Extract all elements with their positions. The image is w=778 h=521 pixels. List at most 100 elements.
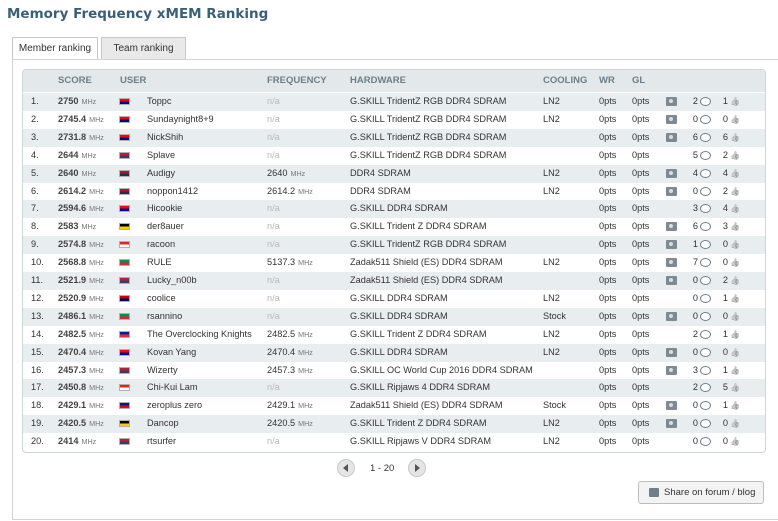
user-link[interactable]: noppon1412 xyxy=(147,186,198,196)
user-link[interactable]: NickShih xyxy=(147,132,183,142)
column-header-score[interactable]: SCORE xyxy=(58,75,92,86)
thumbs-up-icon[interactable]: 👍 xyxy=(730,168,741,179)
thumbs-up-icon[interactable]: 👍 xyxy=(730,257,741,268)
camera-icon[interactable] xyxy=(666,419,677,429)
user-link[interactable]: Wizerty xyxy=(147,365,178,375)
user-link[interactable]: rsannino xyxy=(147,311,182,321)
camera-icon[interactable] xyxy=(666,222,677,232)
user-link[interactable]: Lucky_n00b xyxy=(147,275,197,285)
user-link[interactable]: Kovan Yang xyxy=(147,347,196,357)
hardware-link[interactable]: G.SKILL TridentZ RGB DDR4 SDRAM xyxy=(350,150,506,160)
share-on-forum-button[interactable]: Share on forum / blog xyxy=(638,481,764,504)
hardware-link[interactable]: G.SKILL TridentZ RGB DDR4 SDRAM xyxy=(350,114,506,124)
user-link[interactable]: Splave xyxy=(147,150,175,160)
hardware-link[interactable]: G.SKILL Ripjaws V DDR4 SDRAM xyxy=(350,436,491,446)
user-link[interactable]: zeroplus zero xyxy=(147,400,202,410)
user-link[interactable]: Audigy xyxy=(147,168,175,178)
hardware-link[interactable]: Zadak511 Shield (ES) DDR4 SDRAM xyxy=(350,257,503,267)
camera-icon[interactable] xyxy=(666,132,677,142)
column-header-gl[interactable]: GL xyxy=(632,75,645,86)
camera-icon[interactable] xyxy=(666,347,677,357)
hardware-link[interactable]: G.SKILL DDR4 SDRAM xyxy=(350,347,448,357)
hardware-link[interactable]: Zadak511 Shield (ES) DDR4 SDRAM xyxy=(350,400,503,410)
comment-icon[interactable] xyxy=(700,168,711,178)
tab-member-ranking[interactable]: Member ranking xyxy=(12,37,98,60)
camera-icon[interactable] xyxy=(666,401,677,411)
thumbs-up-icon[interactable]: 👍 xyxy=(730,132,741,143)
user-link[interactable]: RULE xyxy=(147,257,172,267)
hardware-link[interactable]: DDR4 SDRAM xyxy=(350,186,411,196)
user-link[interactable]: The Overclocking Knights xyxy=(147,329,252,339)
thumbs-up-icon[interactable]: 👍 xyxy=(730,400,741,411)
thumbs-up-icon[interactable]: 👍 xyxy=(730,114,741,125)
comment-icon[interactable] xyxy=(700,311,711,321)
comment-icon[interactable] xyxy=(700,437,711,447)
user-link[interactable]: rtsurfer xyxy=(147,436,176,446)
hardware-link[interactable]: G.SKILL Trident Z DDR4 SDRAM xyxy=(350,221,487,231)
camera-icon[interactable] xyxy=(666,240,677,250)
thumbs-up-icon[interactable]: 👍 xyxy=(730,239,741,250)
hardware-link[interactable]: G.SKILL DDR4 SDRAM xyxy=(350,311,448,321)
thumbs-up-icon[interactable]: 👍 xyxy=(730,186,741,197)
thumbs-up-icon[interactable]: 👍 xyxy=(730,203,741,214)
hardware-link[interactable]: G.SKILL Trident Z DDR4 SDRAM xyxy=(350,418,487,428)
thumbs-up-icon[interactable]: 👍 xyxy=(730,436,741,447)
comment-icon[interactable] xyxy=(700,240,711,250)
user-link[interactable]: Toppc xyxy=(147,96,172,106)
comment-icon[interactable] xyxy=(700,150,711,160)
thumbs-up-icon[interactable]: 👍 xyxy=(730,418,741,429)
hardware-link[interactable]: G.SKILL OC World Cup 2016 DDR4 SDRAM xyxy=(350,365,533,375)
comment-icon[interactable] xyxy=(700,293,711,303)
camera-icon[interactable] xyxy=(666,186,677,196)
comment-icon[interactable] xyxy=(700,383,711,393)
thumbs-up-icon[interactable]: 👍 xyxy=(730,382,741,393)
camera-icon[interactable] xyxy=(666,168,677,178)
hardware-link[interactable]: G.SKILL Trident Z DDR4 SDRAM xyxy=(350,329,487,339)
comment-icon[interactable] xyxy=(700,365,711,375)
thumbs-up-icon[interactable]: 👍 xyxy=(730,329,741,340)
hardware-link[interactable]: Zadak511 Shield (ES) DDR4 SDRAM xyxy=(350,275,503,285)
thumbs-up-icon[interactable]: 👍 xyxy=(730,96,741,107)
user-link[interactable]: Chi-Kui Lam xyxy=(147,382,198,392)
camera-icon[interactable] xyxy=(666,258,677,268)
camera-icon[interactable] xyxy=(666,114,677,124)
user-link[interactable]: Sundaynight8+9 xyxy=(147,114,214,124)
column-header-hardware[interactable]: HARDWARE xyxy=(350,75,406,86)
comment-icon[interactable] xyxy=(700,222,711,232)
user-link[interactable]: coolice xyxy=(147,293,176,303)
comment-icon[interactable] xyxy=(700,401,711,411)
hardware-link[interactable]: G.SKILL DDR4 SDRAM xyxy=(350,293,448,303)
column-header-frequency[interactable]: FREQUENCY xyxy=(267,75,327,86)
comment-icon[interactable] xyxy=(700,186,711,196)
user-link[interactable]: Dancop xyxy=(147,418,179,428)
thumbs-up-icon[interactable]: 👍 xyxy=(730,275,741,286)
comment-icon[interactable] xyxy=(700,347,711,357)
comment-icon[interactable] xyxy=(700,329,711,339)
column-header-cooling[interactable]: COOLING xyxy=(543,75,587,86)
hardware-link[interactable]: DDR4 SDRAM xyxy=(350,168,411,178)
thumbs-up-icon[interactable]: 👍 xyxy=(730,150,741,161)
comment-icon[interactable] xyxy=(700,204,711,214)
user-link[interactable]: Hicookie xyxy=(147,203,182,213)
thumbs-up-icon[interactable]: 👍 xyxy=(730,311,741,322)
prev-page-button[interactable] xyxy=(337,459,355,477)
camera-icon[interactable] xyxy=(666,365,677,375)
tab-team-ranking[interactable]: Team ranking xyxy=(101,37,186,59)
column-header-user[interactable]: USER xyxy=(120,75,146,86)
hardware-link[interactable]: G.SKILL DDR4 SDRAM xyxy=(350,203,448,213)
camera-icon[interactable] xyxy=(666,311,677,321)
column-header-wr[interactable]: WR xyxy=(599,75,615,86)
thumbs-up-icon[interactable]: 👍 xyxy=(730,347,741,358)
comment-icon[interactable] xyxy=(700,258,711,268)
user-link[interactable]: racoon xyxy=(147,239,175,249)
user-link[interactable]: der8auer xyxy=(147,221,184,231)
next-page-button[interactable] xyxy=(408,459,426,477)
camera-icon[interactable] xyxy=(666,276,677,285)
comment-icon[interactable] xyxy=(700,419,711,429)
comment-icon[interactable] xyxy=(700,114,711,124)
hardware-link[interactable]: G.SKILL TridentZ RGB DDR4 SDRAM xyxy=(350,96,506,106)
comment-icon[interactable] xyxy=(700,132,711,142)
hardware-link[interactable]: G.SKILL TridentZ RGB DDR4 SDRAM xyxy=(350,132,506,142)
comment-icon[interactable] xyxy=(700,276,711,285)
hardware-link[interactable]: G.SKILL TridentZ RGB DDR4 SDRAM xyxy=(350,239,506,249)
